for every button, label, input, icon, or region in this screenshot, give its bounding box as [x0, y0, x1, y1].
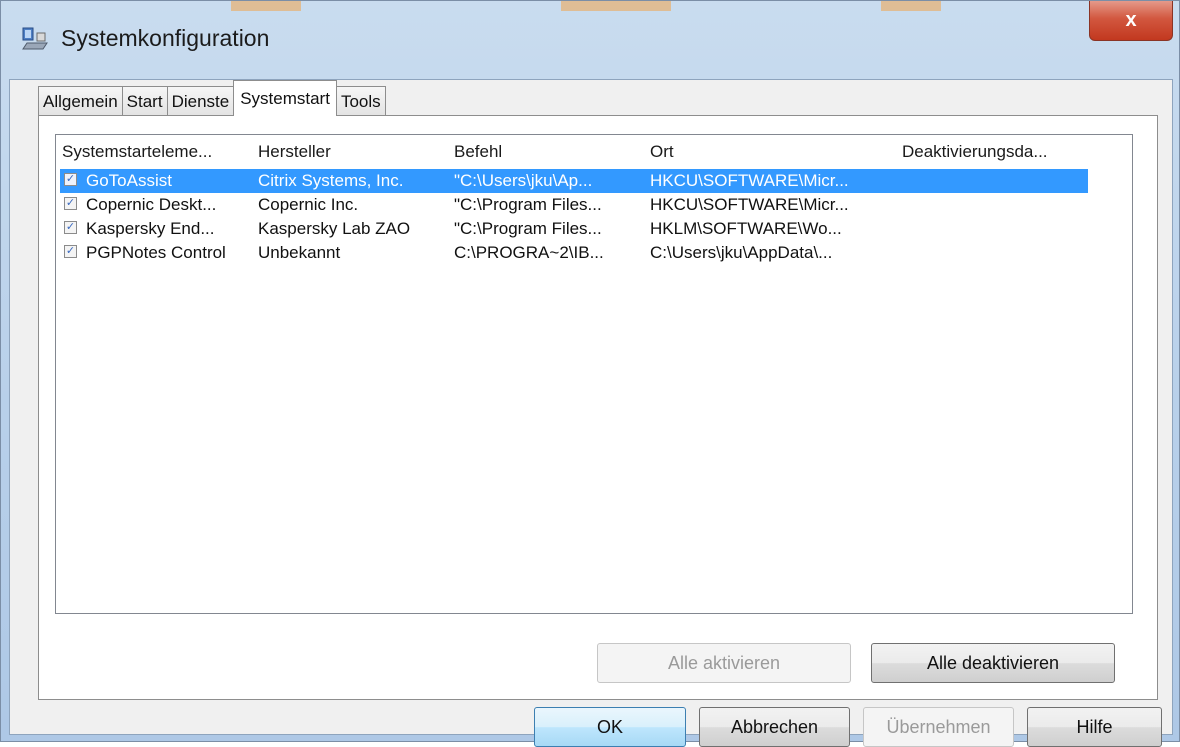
list-item[interactable]: ✓ Kaspersky End... Kaspersky Lab ZAO "C:…: [60, 217, 1088, 241]
tab-allgemein[interactable]: Allgemein: [38, 86, 123, 116]
item-vendor: Unbekannt: [258, 243, 341, 262]
item-name: Copernic Deskt...: [86, 195, 217, 214]
close-button[interactable]: x: [1089, 1, 1173, 41]
item-vendor: Kaspersky Lab ZAO: [258, 219, 411, 238]
disable-all-button[interactable]: Alle deaktivieren: [871, 643, 1115, 683]
item-location: HKCU\SOFTWARE\Micr...: [650, 171, 849, 190]
item-location: HKLM\SOFTWARE\Wo...: [650, 219, 842, 238]
list-header: Systemstarteleme... Hersteller Befehl Or…: [56, 135, 1132, 169]
systemstart-panel: Systemstarteleme... Hersteller Befehl Or…: [38, 115, 1158, 700]
window-title: Systemkonfiguration: [61, 25, 270, 51]
checkbox[interactable]: ✓: [64, 173, 77, 186]
column-header-item[interactable]: Systemstarteleme...: [62, 142, 212, 162]
tab-dienste[interactable]: Dienste: [166, 86, 235, 116]
apply-button[interactable]: Übernehmen: [863, 707, 1014, 747]
item-vendor: Copernic Inc.: [258, 195, 359, 214]
item-command: "C:\Program Files...: [454, 195, 602, 214]
item-name: Kaspersky End...: [86, 219, 215, 238]
column-header-location[interactable]: Ort: [650, 142, 674, 162]
enable-all-button[interactable]: Alle aktivieren: [597, 643, 851, 683]
tab-strip: Allgemein Start Dienste Systemstart Tool…: [38, 80, 386, 116]
item-vendor: Citrix Systems, Inc.: [258, 171, 404, 190]
item-command: C:\PROGRA~2\IB...: [454, 243, 604, 262]
checkbox[interactable]: ✓: [64, 197, 77, 210]
column-header-disabled-date[interactable]: Deaktivierungsda...: [902, 142, 1048, 162]
cancel-button[interactable]: Abbrechen: [699, 707, 850, 747]
tab-start[interactable]: Start: [121, 86, 168, 116]
list-item[interactable]: ✓ PGPNotes Control Unbekannt C:\PROGRA~2…: [60, 241, 1088, 265]
close-icon: x: [1125, 9, 1137, 31]
item-name: GoToAssist: [86, 171, 172, 190]
help-button[interactable]: Hilfe: [1027, 707, 1162, 747]
item-location: C:\Users\jku\AppData\...: [650, 243, 833, 262]
column-header-command[interactable]: Befehl: [454, 142, 502, 162]
tab-systemstart[interactable]: Systemstart: [233, 80, 337, 116]
item-command: "C:\Program Files...: [454, 219, 602, 238]
msconfig-icon: [22, 27, 48, 50]
column-header-vendor[interactable]: Hersteller: [258, 142, 331, 162]
item-command: "C:\Users\jku\Ap...: [454, 171, 593, 190]
checkbox[interactable]: ✓: [64, 245, 77, 258]
title-bar[interactable]: Systemkonfiguration x: [1, 1, 1180, 79]
ok-button[interactable]: OK: [534, 707, 686, 747]
list-item[interactable]: ✓ Copernic Deskt... Copernic Inc. "C:\Pr…: [60, 193, 1088, 217]
dialog-window: Systemkonfiguration x Allgemein Start Di…: [0, 0, 1180, 747]
item-name: PGPNotes Control: [86, 243, 226, 262]
item-location: HKCU\SOFTWARE\Micr...: [650, 195, 849, 214]
list-item[interactable]: ✓ GoToAssist Citrix Systems, Inc. "C:\Us…: [60, 169, 1088, 193]
checkbox[interactable]: ✓: [64, 221, 77, 234]
dialog-client-area: Allgemein Start Dienste Systemstart Tool…: [9, 79, 1173, 747]
startup-items-list[interactable]: Systemstarteleme... Hersteller Befehl Or…: [55, 134, 1133, 614]
tab-tools[interactable]: Tools: [335, 86, 386, 116]
